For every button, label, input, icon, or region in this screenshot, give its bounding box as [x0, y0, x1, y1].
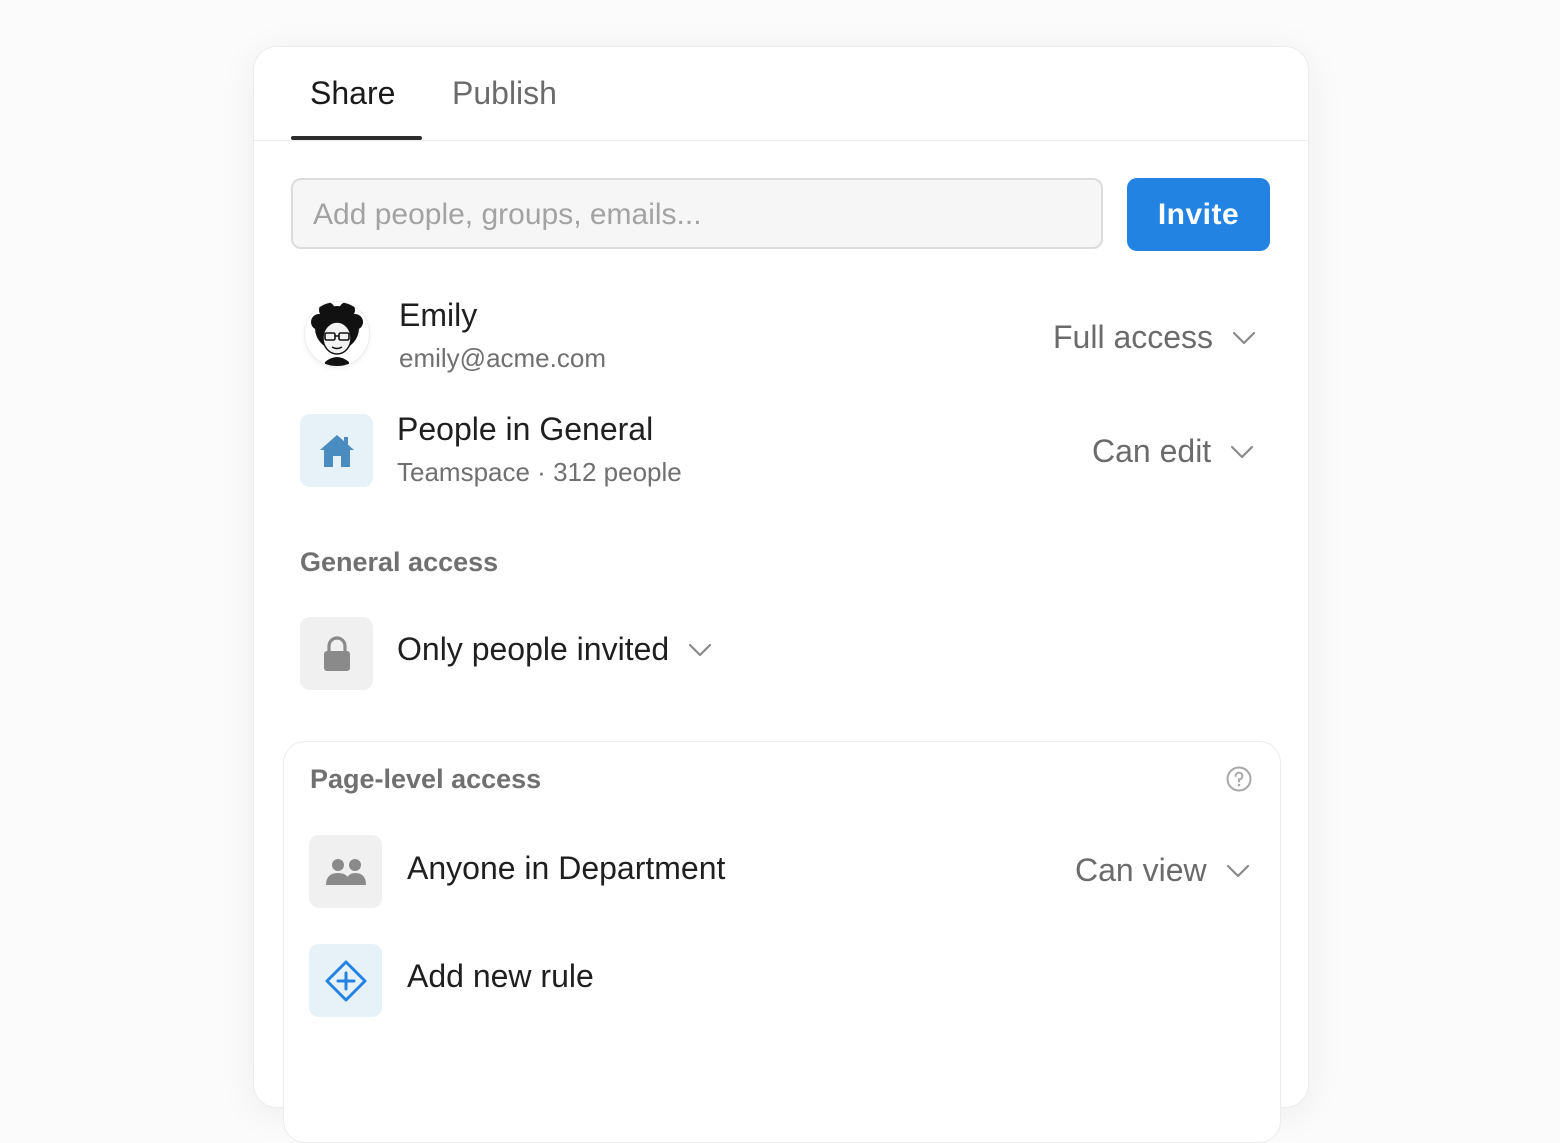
rule-icon-tile — [309, 835, 382, 908]
lock-icon — [323, 635, 350, 671]
page-level-access-card: Page-level access Anyone in Department C… — [283, 741, 1281, 1143]
permission-dropdown[interactable]: Can edit — [1092, 433, 1255, 470]
search-field[interactable] — [291, 178, 1103, 249]
tab-bar: Share Publish — [254, 47, 1308, 141]
chevron-down-icon — [1231, 445, 1254, 458]
general-access-icon-tile — [300, 617, 373, 690]
active-tab-indicator — [291, 136, 422, 140]
member-email: emily@acme.com — [399, 343, 606, 373]
general-access-value: Only people invited — [397, 631, 670, 667]
general-access-dropdown[interactable]: Only people invited — [397, 631, 713, 668]
house-icon — [319, 434, 354, 467]
permission-label: Can edit — [1092, 433, 1212, 469]
permission-label: Can view — [1075, 852, 1207, 888]
people-icon — [325, 858, 366, 885]
tab-publish[interactable]: Publish — [452, 75, 557, 112]
member-name: Emily — [399, 297, 478, 333]
permission-dropdown[interactable]: Full access — [1053, 319, 1257, 356]
permission-label: Full access — [1053, 319, 1214, 355]
teamspace-icon-tile — [300, 414, 373, 487]
add-diamond-icon — [325, 960, 366, 1001]
tab-share[interactable]: Share — [310, 75, 395, 112]
chevron-down-icon — [689, 643, 712, 656]
chevron-down-icon — [1226, 864, 1249, 877]
page-level-access-heading: Page-level access — [310, 764, 542, 794]
invite-button[interactable]: Invite — [1127, 178, 1270, 251]
chevron-down-icon — [1232, 331, 1256, 344]
member-subtitle: Teamspace · 312 people — [397, 457, 682, 487]
rule-name: Anyone in Department — [407, 850, 726, 886]
add-rule-icon-tile[interactable] — [309, 944, 382, 1017]
rule-permission-dropdown[interactable]: Can view — [1075, 852, 1251, 889]
invite-input[interactable] — [311, 180, 1085, 249]
add-new-rule-button[interactable]: Add new rule — [407, 958, 594, 995]
help-icon[interactable] — [1226, 766, 1252, 792]
member-name: People in General — [397, 411, 654, 447]
avatar-illustration — [311, 302, 363, 366]
avatar — [305, 302, 369, 366]
share-panel: Share Publish Invite Emily emily@acme.co… — [253, 46, 1309, 1143]
general-access-heading: General access — [300, 547, 499, 577]
